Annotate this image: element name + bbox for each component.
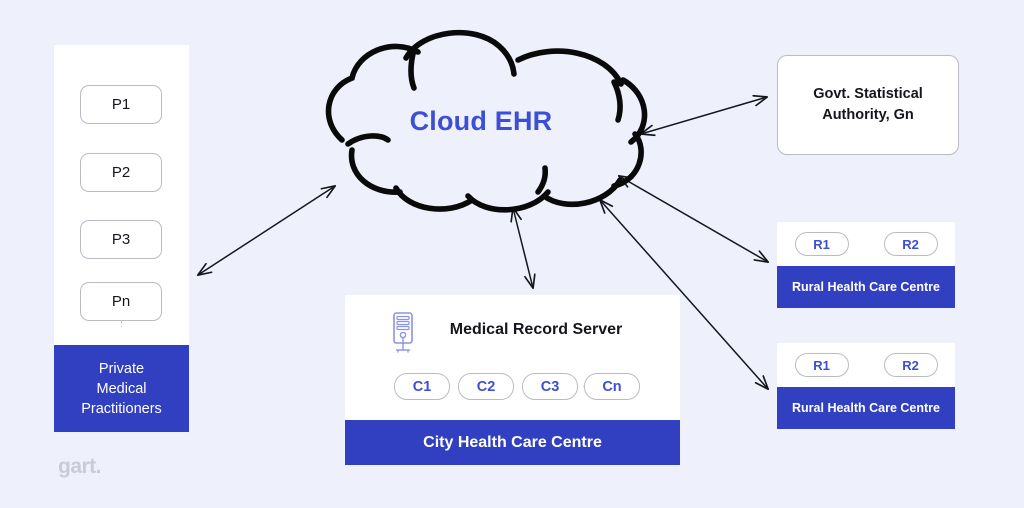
rural-1-node-r1[interactable]: R1 (794, 232, 849, 256)
practitioner-node-p3[interactable]: P3 (80, 220, 162, 259)
gart-logo: gart. (58, 455, 102, 478)
city-node-c1-label: C1 (412, 378, 432, 395)
cloud-ehr-label: Cloud EHR (409, 106, 553, 136)
city-health-care-centre-band: City Health Care Centre (345, 420, 680, 465)
rural-2-node-r1-label: R1 (813, 357, 830, 373)
rural-health-care-centre-1-band: Rural Health Care Centre (777, 266, 955, 308)
govt-authority-line-1: Govt. Statistical (813, 86, 923, 102)
rural-1-nodes-row: R1 R2 (777, 222, 955, 266)
medical-record-server-card: Medical Record Server C1 C2 C3 Cn (345, 295, 680, 420)
city-band-label: City Health Care Centre (423, 433, 602, 451)
practitioner-node-p2-label: P2 (111, 164, 131, 181)
city-node-c3[interactable]: C3 (522, 373, 578, 400)
city-node-c1[interactable]: C1 (394, 373, 450, 400)
practitioner-node-pn[interactable]: Pn (80, 282, 162, 321)
city-node-c3-label: C3 (540, 378, 560, 395)
practitioner-node-p1-label: P1 (111, 96, 131, 113)
rural-1-node-r2-label: R2 (902, 236, 919, 252)
pmp-band-line-3: Practitioners (81, 400, 162, 417)
govt-authority-line-2: Authority, Gn (822, 107, 914, 123)
city-node-c2-label: C2 (476, 378, 496, 395)
rural-2-node-r2[interactable]: R2 (883, 353, 938, 377)
rural-1-node-r1-label: R1 (813, 236, 830, 252)
rural-1-node-r2[interactable]: R2 (883, 232, 938, 256)
rural-2-node-r1[interactable]: R1 (794, 353, 849, 377)
pmp-band-line-2: Medical (96, 380, 147, 397)
practitioner-node-pn-label: Pn (111, 293, 131, 310)
practitioner-node-p1[interactable]: P1 (80, 85, 162, 124)
city-node-c2[interactable]: C2 (458, 373, 514, 400)
city-node-cn[interactable]: Cn (584, 373, 640, 400)
rural-2-node-r2-label: R2 (902, 357, 919, 373)
rural-health-care-centre-2-card: R1 R2 Rural Health Care Centre (777, 343, 955, 429)
practitioner-node-p2[interactable]: P2 (80, 153, 162, 192)
arrow-cloud-to-medical-record-server (510, 206, 536, 290)
private-medical-practitioners-band: Private Medical Practitioners (54, 345, 189, 432)
pmp-band-line-1: Private (98, 360, 145, 377)
rural-1-band-label: Rural Health Care Centre (792, 280, 940, 294)
practitioner-node-p3-label: P3 (111, 231, 131, 248)
city-node-cn-label: Cn (602, 378, 622, 395)
govt-statistical-authority-box[interactable]: Govt. Statistical Authority, Gn (777, 55, 959, 155)
rural-health-care-centre-1-card: R1 R2 Rural Health Care Centre (777, 222, 955, 308)
rural-2-band-label: Rural Health Care Centre (792, 401, 940, 415)
rural-2-nodes-row: R1 R2 (777, 343, 955, 387)
cloud-ehr-node[interactable]: Cloud EHR (296, 22, 666, 218)
server-tower-icon (393, 312, 413, 353)
rural-health-care-centre-2-band: Rural Health Care Centre (777, 387, 955, 429)
medical-record-server-title: Medical Record Server (449, 321, 623, 338)
diagram-canvas: Cloud EHR P1 P2 P3 Pn Private Medical Pr… (0, 0, 1024, 508)
private-medical-practitioners-card: P1 P2 P3 Pn (54, 45, 189, 345)
